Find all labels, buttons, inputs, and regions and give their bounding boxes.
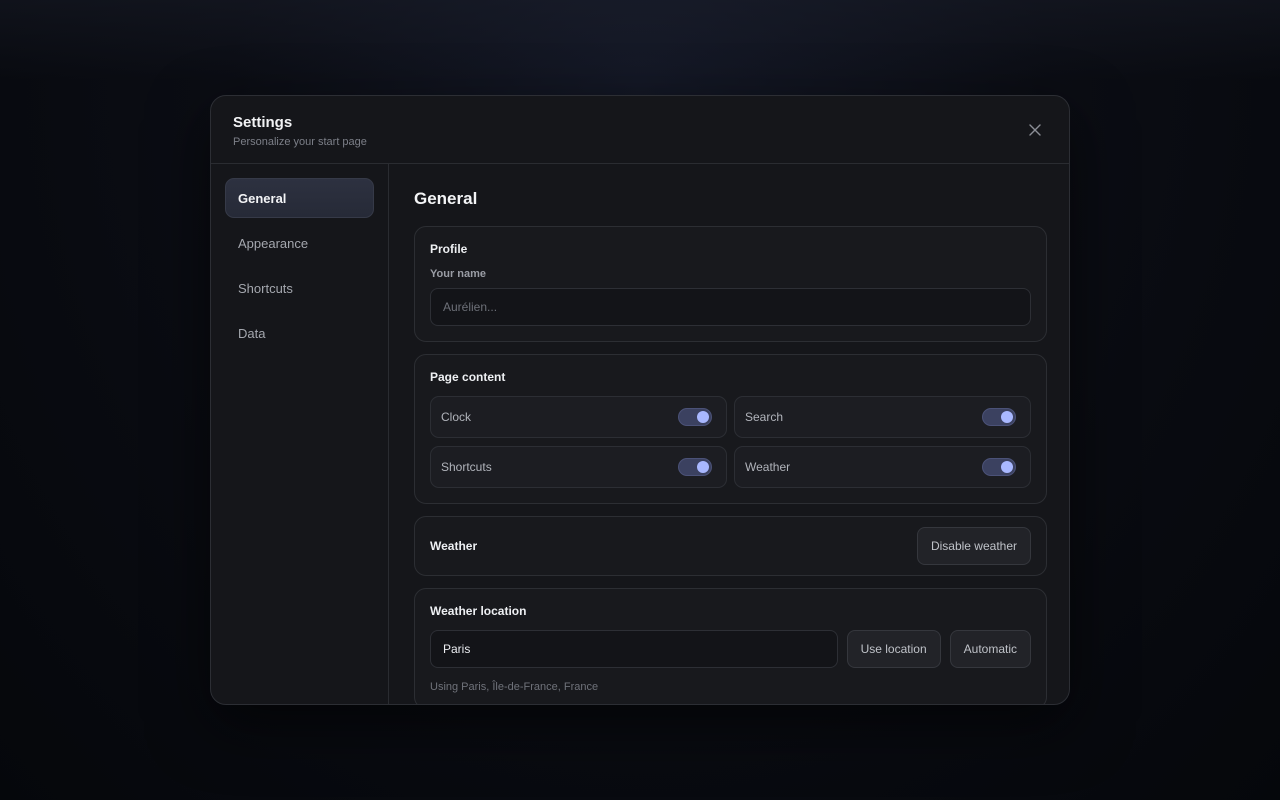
toggle-label: Search	[745, 410, 784, 424]
disable-weather-button[interactable]: Disable weather	[916, 527, 1031, 565]
profile-card: Profile Your name	[414, 226, 1047, 342]
weather-location-title: Weather location	[430, 604, 527, 618]
sidebar-item-appearance[interactable]: Appearance	[225, 223, 374, 263]
sidebar-item-label: Data	[238, 325, 266, 341]
modal-title: Settings	[233, 114, 293, 131]
switch-knob	[697, 461, 709, 473]
toggle-label: Clock	[441, 410, 472, 424]
toggle-grid: Clock Search Shortcuts Weather	[430, 396, 1031, 488]
toggle-shortcuts[interactable]: Shortcuts	[430, 446, 727, 488]
shortcuts-switch[interactable]	[678, 458, 712, 476]
sidebar-item-label: General	[238, 190, 287, 206]
settings-sidebar: General Appearance Shortcuts Data	[211, 164, 389, 704]
close-icon	[1029, 124, 1041, 136]
switch-knob	[697, 411, 709, 423]
sidebar-item-general[interactable]: General	[225, 178, 374, 218]
page-content-title: Page content	[430, 370, 506, 384]
weather-location-card: Weather location Use location Automatic …	[414, 588, 1047, 704]
toggle-label: Shortcuts	[441, 460, 492, 474]
section-title: General	[414, 189, 478, 208]
settings-modal: Settings Personalize your start page Gen…	[210, 95, 1070, 705]
weather-switch[interactable]	[982, 458, 1016, 476]
sidebar-item-label: Appearance	[238, 235, 309, 251]
name-label: Your name	[430, 268, 487, 280]
close-button[interactable]	[1023, 118, 1047, 142]
toggle-weather[interactable]: Weather	[734, 446, 1031, 488]
sidebar-item-label: Shortcuts	[238, 280, 293, 296]
sidebar-item-shortcuts[interactable]: Shortcuts	[225, 268, 374, 308]
page-content-card: Page content Clock Search Shortcuts Weat…	[414, 354, 1047, 504]
weather-title: Weather	[430, 539, 478, 553]
toggle-search[interactable]: Search	[734, 396, 1031, 438]
clock-switch[interactable]	[678, 408, 712, 426]
toggle-label: Weather	[745, 460, 791, 474]
modal-subtitle: Personalize your start page	[233, 136, 367, 148]
search-switch[interactable]	[982, 408, 1016, 426]
automatic-button[interactable]: Automatic	[949, 630, 1031, 668]
use-location-button[interactable]: Use location	[846, 630, 941, 668]
switch-knob	[1001, 461, 1013, 473]
location-hint: Using Paris, Île-de-France, France	[430, 681, 599, 693]
toggle-clock[interactable]: Clock	[430, 396, 727, 438]
sidebar-item-data[interactable]: Data	[225, 313, 374, 353]
switch-knob	[1001, 411, 1013, 423]
location-row: Use location Automatic	[430, 630, 1031, 668]
location-input[interactable]	[430, 630, 838, 668]
name-input[interactable]	[430, 288, 1031, 326]
settings-content: General Profile Your name Page content C…	[390, 164, 1069, 704]
profile-title: Profile	[430, 242, 468, 256]
modal-header: Settings Personalize your start page	[211, 96, 1069, 164]
background-header-blur	[0, 0, 1280, 80]
weather-card: Weather Disable weather	[414, 516, 1047, 576]
